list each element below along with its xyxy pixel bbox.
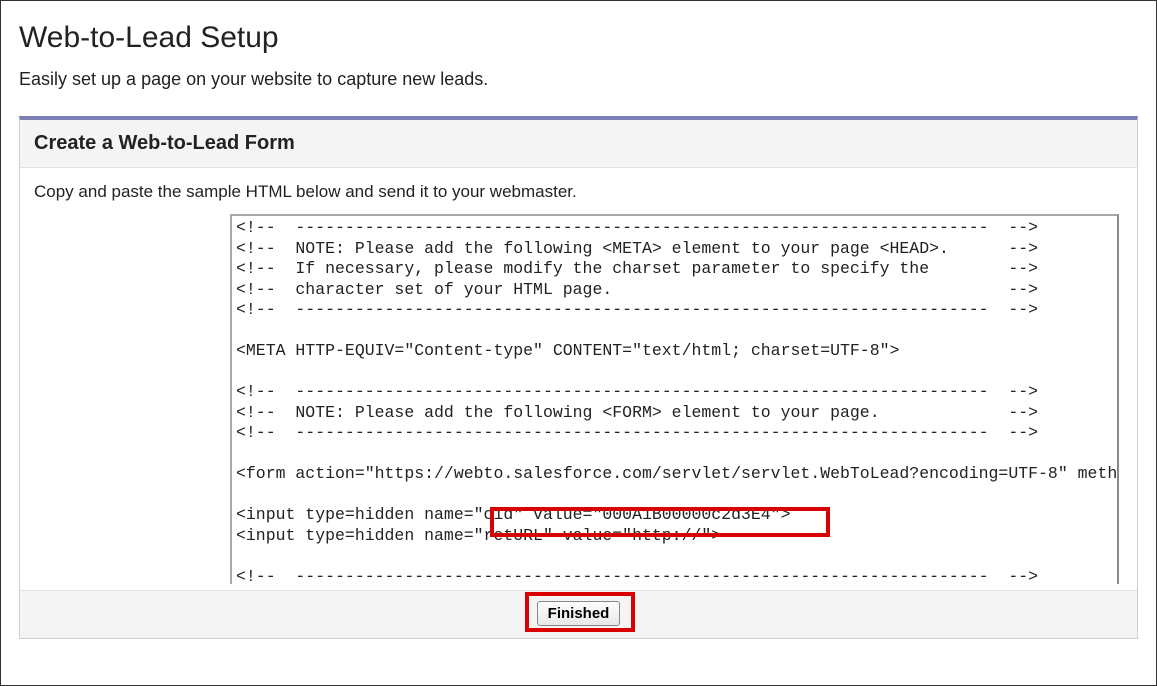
page-intro: Easily set up a page on your website to … (19, 69, 1138, 90)
finished-button[interactable]: Finished (537, 601, 621, 626)
panel-title: Create a Web-to-Lead Form (34, 132, 1123, 155)
page-title: Web-to-Lead Setup (19, 21, 1138, 55)
html-code-box[interactable]: <!-- -----------------------------------… (230, 214, 1119, 584)
form-panel: Create a Web-to-Lead Form Copy and paste… (19, 116, 1138, 639)
panel-instruction: Copy and paste the sample HTML below and… (34, 182, 1123, 202)
panel-header: Create a Web-to-Lead Form (20, 120, 1137, 168)
panel-footer: Finished (20, 590, 1137, 638)
html-code-text: <!-- -----------------------------------… (236, 218, 1113, 584)
